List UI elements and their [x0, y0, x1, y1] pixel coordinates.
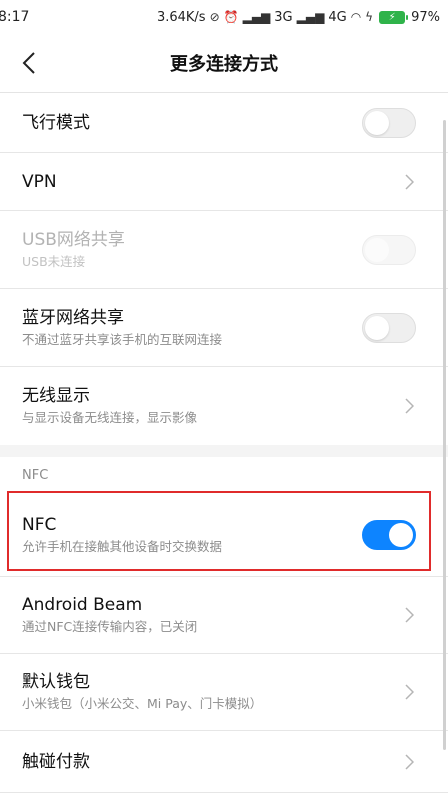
row-default-wallet[interactable]: 默认钱包 小米钱包（小米公交、Mi Pay、门卡模拟） — [0, 654, 448, 731]
scrollbar[interactable] — [443, 120, 446, 750]
chevron-right-icon — [402, 682, 416, 702]
row-label: 蓝牙网络共享 — [22, 307, 124, 328]
row-android-beam[interactable]: Android Beam 通过NFC连接传输内容，已关闭 — [0, 577, 448, 654]
row-wireless-display[interactable]: 无线显示 与显示设备无线连接，显示影像 — [0, 367, 448, 445]
signal-icon-2: ▂▄▆ — [296, 10, 325, 24]
chevron-right-icon — [402, 752, 416, 772]
settings-list: 飞行模式 VPN USB网络共享 USB未连接 蓝牙网络共享 不通过蓝牙共享该手… — [0, 93, 448, 793]
network-4g: 4G — [328, 9, 347, 25]
section-gap — [0, 445, 448, 457]
usb-tethering-toggle — [362, 234, 416, 265]
bolt-icon: ϟ — [365, 10, 374, 24]
chevron-left-icon — [22, 52, 35, 74]
network-3g: 3G — [274, 9, 293, 25]
status-icons: 3.64K/s ⊘ ⏰ ▂▄▆ 3G ▂▄▆ 4G ◠ ϟ ⚡ 97% — [157, 10, 440, 25]
row-label: 飞行模式 — [22, 112, 90, 133]
mute-icon: ⊘ — [209, 10, 220, 24]
section-header-nfc: NFC — [22, 467, 49, 483]
row-sublabel: USB未连接 — [22, 253, 86, 269]
status-time: 8:17 — [0, 9, 30, 25]
row-label: NFC — [22, 514, 57, 535]
status-bar: 8:17 3.64K/s ⊘ ⏰ ▂▄▆ 3G ▂▄▆ 4G ◠ ϟ ⚡ 97% — [0, 0, 448, 34]
row-label: 默认钱包 — [22, 672, 90, 692]
row-label: 触碰付款 — [22, 751, 90, 772]
title-bar: 更多连接方式 — [0, 34, 448, 92]
bluetooth-tethering-toggle[interactable] — [362, 312, 416, 343]
net-speed: 3.64K/s — [156, 9, 206, 25]
row-label: USB网络共享 — [22, 229, 125, 250]
row-usb-tethering: USB网络共享 USB未连接 — [0, 211, 448, 289]
chevron-right-icon — [402, 605, 416, 625]
row-tap-and-pay[interactable]: 触碰付款 — [0, 731, 448, 793]
alarm-icon: ⏰ — [223, 10, 239, 24]
row-sublabel: 小米钱包（小米公交、Mi Pay、门卡模拟） — [22, 696, 263, 711]
row-bluetooth-tethering[interactable]: 蓝牙网络共享 不通过蓝牙共享该手机的互联网连接 — [0, 289, 448, 367]
row-airplane-mode[interactable]: 飞行模式 — [0, 93, 448, 153]
row-vpn[interactable]: VPN — [0, 153, 448, 211]
airplane-mode-toggle[interactable] — [362, 107, 416, 138]
page-title: 更多连接方式 — [170, 54, 278, 75]
row-sublabel: 通过NFC连接传输内容，已关闭 — [22, 619, 198, 634]
signal-icon: ▂▄▆ — [242, 10, 271, 24]
chevron-right-icon — [402, 172, 416, 192]
chevron-right-icon — [402, 396, 416, 416]
row-sublabel: 不通过蓝牙共享该手机的互联网连接 — [22, 331, 223, 347]
row-label: Android Beam — [22, 595, 143, 615]
row-sublabel: 允许手机在接触其他设备时交换数据 — [22, 538, 223, 554]
row-nfc[interactable]: NFC 允许手机在接触其他设备时交换数据 — [0, 493, 448, 577]
row-label: VPN — [22, 171, 57, 192]
row-sublabel: 与显示设备无线连接，显示影像 — [22, 410, 198, 425]
wifi-icon: ◠ — [350, 10, 362, 24]
back-button[interactable] — [14, 48, 44, 78]
battery-percent: 97% — [411, 9, 440, 25]
nfc-toggle[interactable] — [362, 519, 416, 550]
row-label: 无线显示 — [22, 386, 90, 406]
battery-icon: ⚡ — [379, 10, 409, 24]
